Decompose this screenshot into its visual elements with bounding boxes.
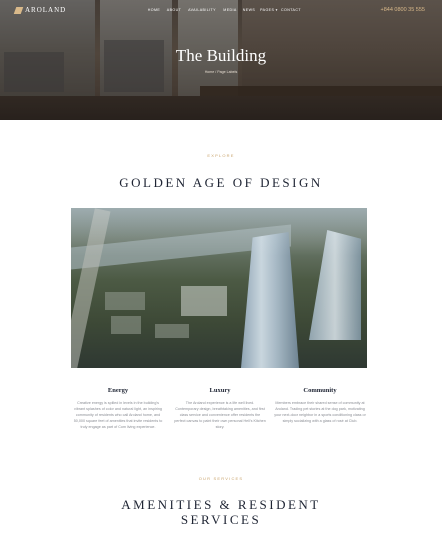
menu-item-about[interactable]: ABOUT — [164, 8, 184, 12]
building-aerial-image — [71, 208, 367, 368]
page-title: The Building — [175, 46, 267, 65]
services-title-line2: SERVICES — [180, 512, 262, 527]
feature-title: Community — [303, 387, 337, 394]
image-haze — [71, 208, 367, 368]
hero-banner: AROLAND HOME ABOUT AVAILABILITY MEDIA NE… — [0, 0, 442, 120]
menu-item-media[interactable]: MEDIA — [220, 8, 240, 12]
feature-text: The Aroland experience is a life well li… — [174, 401, 266, 429]
section-overline: EXPLORE — [207, 153, 235, 158]
menu-item-availability[interactable]: AVAILABILITY — [184, 8, 220, 12]
menu-item-pages[interactable]: PAGES ▾ — [258, 8, 280, 12]
feature-community: Community Members embrace their shared s… — [274, 387, 366, 424]
phone-number[interactable]: +844 0800 35 555 — [380, 7, 425, 13]
feature-text: Members embrace their shared sense of co… — [274, 401, 366, 423]
feature-title: Energy — [107, 387, 129, 394]
menu-item-home[interactable]: HOME — [144, 8, 164, 12]
feature-title: Luxury — [209, 387, 231, 394]
site-logo[interactable]: AROLAND — [13, 6, 67, 14]
menu-item-contact[interactable]: CONTACT — [280, 8, 302, 12]
feature-luxury: Luxury The Aroland experience is a life … — [174, 387, 266, 430]
feature-text: Creative energy is spilled in levels in … — [73, 401, 163, 429]
logo-mark-icon — [13, 6, 24, 14]
services-overline: OUR SERVICES — [198, 476, 244, 481]
feature-energy: Energy Creative energy is spilled in lev… — [72, 387, 164, 430]
section-title: GOLDEN AGE OF DESIGN — [119, 175, 323, 190]
breadcrumb: Home / Page Labels — [204, 70, 238, 74]
brand-name: AROLAND — [25, 6, 67, 14]
top-navigation: AROLAND HOME ABOUT AVAILABILITY MEDIA NE… — [0, 6, 442, 18]
services-title-line1: AMENITIES & RESIDENT — [121, 497, 321, 512]
menu-item-news[interactable]: NEWS — [240, 8, 258, 12]
main-menu: HOME ABOUT AVAILABILITY MEDIA NEWS PAGES… — [144, 8, 302, 12]
